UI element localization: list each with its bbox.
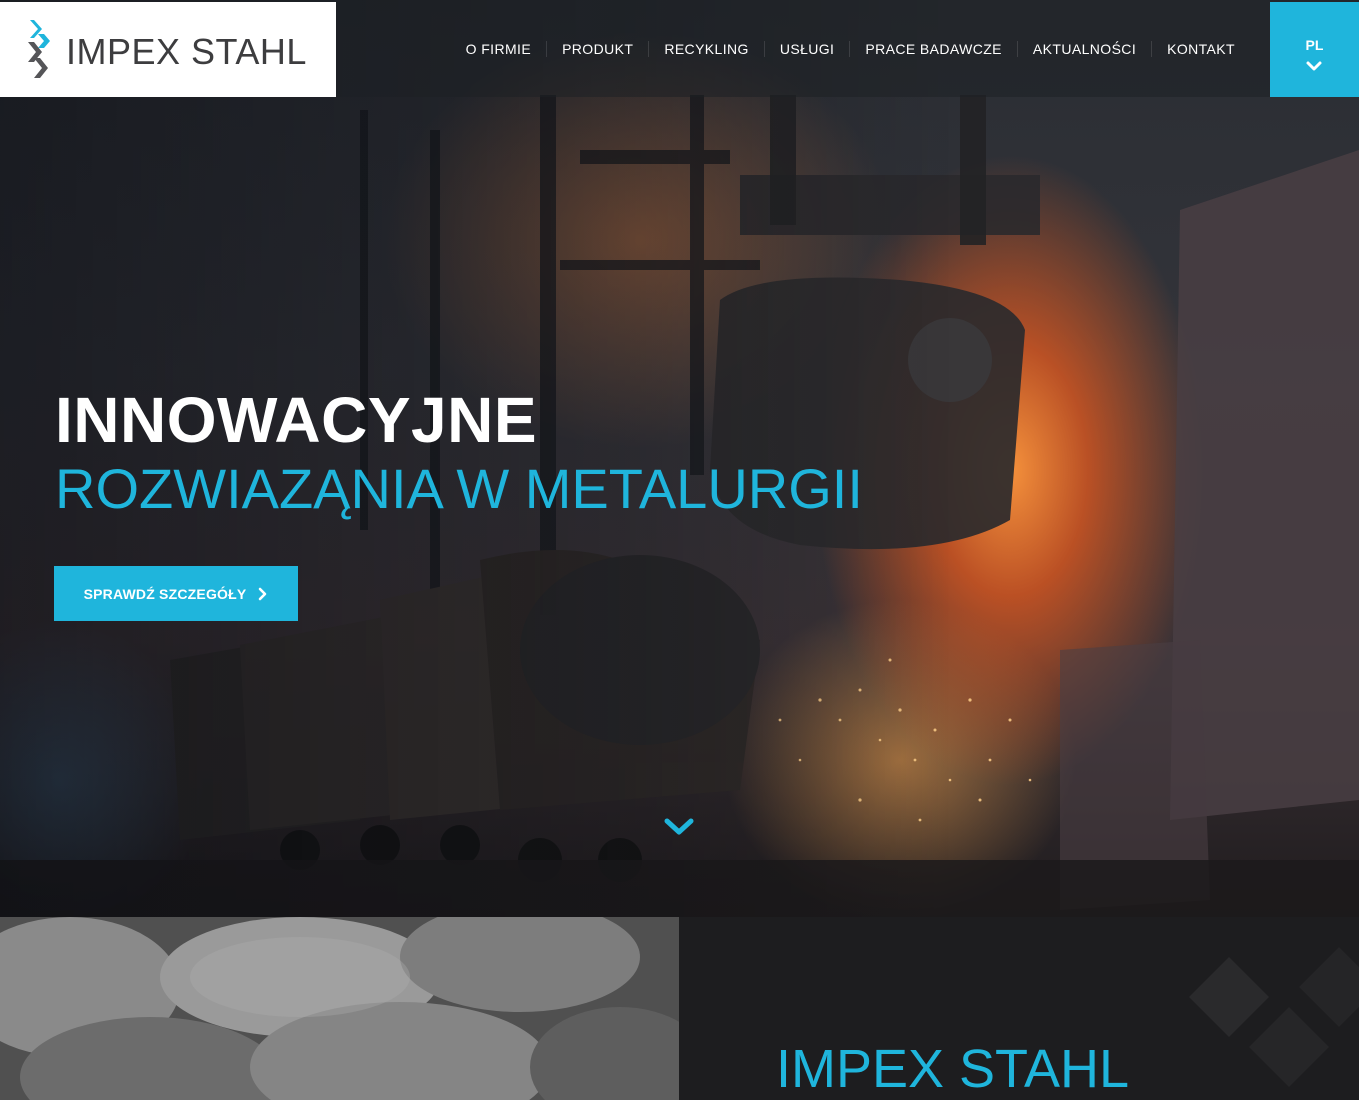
hero-title: INNOWACYJNE <box>55 384 537 456</box>
about-section: IMPEX STAHL <box>679 917 1359 1100</box>
details-button-label: SPRAWDŹ SZCZEGÓŁY <box>83 585 247 602</box>
chevron-right-icon <box>259 587 267 600</box>
scroll-down-button[interactable] <box>662 816 696 843</box>
logo-link[interactable]: IMPEX STAHL <box>0 2 336 97</box>
nav-item-recykling[interactable]: RECYKLING <box>648 40 764 57</box>
main-menu: O FIRMIE PRODUKT RECYKLING USŁUGI PRACE … <box>451 0 1250 97</box>
details-button[interactable]: SPRAWDŹ SZCZEGÓŁY <box>54 566 298 621</box>
chevron-down-icon <box>664 818 694 835</box>
language-label: PL <box>1305 37 1324 53</box>
briquettes-image <box>0 917 679 1100</box>
nav-item-aktualnosci[interactable]: AKTUALNOŚCI <box>1016 40 1151 57</box>
chevron-down-icon <box>1306 61 1322 71</box>
nav-item-prace-badawcze[interactable]: PRACE BADAWCZE <box>849 40 1017 57</box>
nav-item-kontakt[interactable]: KONTAKT <box>1151 40 1250 57</box>
language-switcher[interactable]: PL <box>1270 2 1359 97</box>
impex-stahl-logo-mark-icon <box>28 20 50 78</box>
nav-item-uslugi[interactable]: USŁUGI <box>763 40 850 57</box>
nav-item-produkt[interactable]: PRODUKT <box>546 40 648 57</box>
logo-text: IMPEX STAHL <box>66 31 307 72</box>
briquettes-photo <box>0 917 679 1100</box>
nav-item-o-firmie[interactable]: O FIRMIE <box>451 41 546 57</box>
hero-subtitle: ROZWIAZĄNIA W METALURGII <box>55 457 863 520</box>
top-navbar: IMPEX STAHL O FIRMIE PRODUKT RECYKLING U… <box>0 0 1359 97</box>
section-title: IMPEX STAHL <box>776 1039 1130 1099</box>
